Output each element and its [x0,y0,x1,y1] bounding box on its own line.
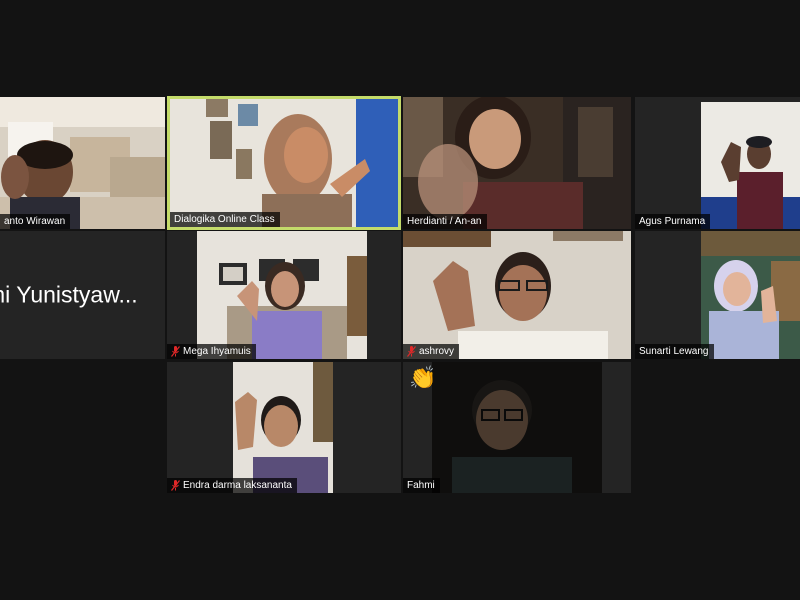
participant-video [403,97,631,229]
participant-name: Mega Ihyamuis [183,346,251,357]
participant-nameplate: Fahmi [403,478,440,493]
participant-nameplate: Herdianti / An-an [403,214,487,229]
participant-tile-video-off[interactable]: mi Yunistyaw... [0,231,165,359]
participant-tile-fahmi[interactable]: 👏 Fahmi [403,362,631,493]
participant-tile-endra-darma-laksananta[interactable]: Endra darma laksananta [167,362,401,493]
muted-mic-icon [171,346,180,357]
participant-video [432,362,602,493]
participant-video [233,362,333,493]
participant-name: Sunarti Lewang [639,346,709,357]
participant-nameplate: ashrovy [403,344,460,359]
participant-name: Dialogika Online Class [174,214,275,225]
participant-tile-agus-purnama[interactable]: Agus Purnama [635,97,800,229]
participant-nameplate: Sunarti Lewang [635,344,714,359]
participant-name-large: mi Yunistyaw... [0,281,138,308]
muted-mic-icon [171,480,180,491]
clapping-hands-icon: 👏 [409,366,437,391]
participant-tile-anto-wirawan[interactable]: anto Wirawan [0,97,165,229]
participant-nameplate: anto Wirawan [0,214,71,229]
participant-nameplate: Dialogika Online Class [170,212,280,227]
participant-tile-sunarti-lewang[interactable]: Sunarti Lewang [635,231,800,359]
participant-tile-dialogika-online-class[interactable]: Dialogika Online Class [167,96,401,230]
participant-tile-mega-ihyamuis[interactable]: Mega Ihyamuis [167,231,401,359]
participant-video [403,231,631,359]
participant-video [0,97,165,229]
participant-tile-herdianti[interactable]: Herdianti / An-an [403,97,631,229]
participant-name: anto Wirawan [4,216,66,227]
participant-video [701,231,800,359]
participant-nameplate: Endra darma laksananta [167,478,297,493]
participant-name: Agus Purnama [639,216,706,227]
participant-nameplate: Mega Ihyamuis [167,344,256,359]
participant-video [701,102,800,229]
participant-video [170,99,398,227]
muted-mic-icon [407,346,416,357]
participant-tile-ashrovy[interactable]: ashrovy [403,231,631,359]
participant-name: Endra darma laksananta [183,480,292,491]
participant-name: Fahmi [407,480,435,491]
participant-name: ashrovy [419,346,455,357]
participant-video [197,231,367,359]
participant-name: Herdianti / An-an [407,216,482,227]
participant-nameplate: Agus Purnama [635,214,711,229]
